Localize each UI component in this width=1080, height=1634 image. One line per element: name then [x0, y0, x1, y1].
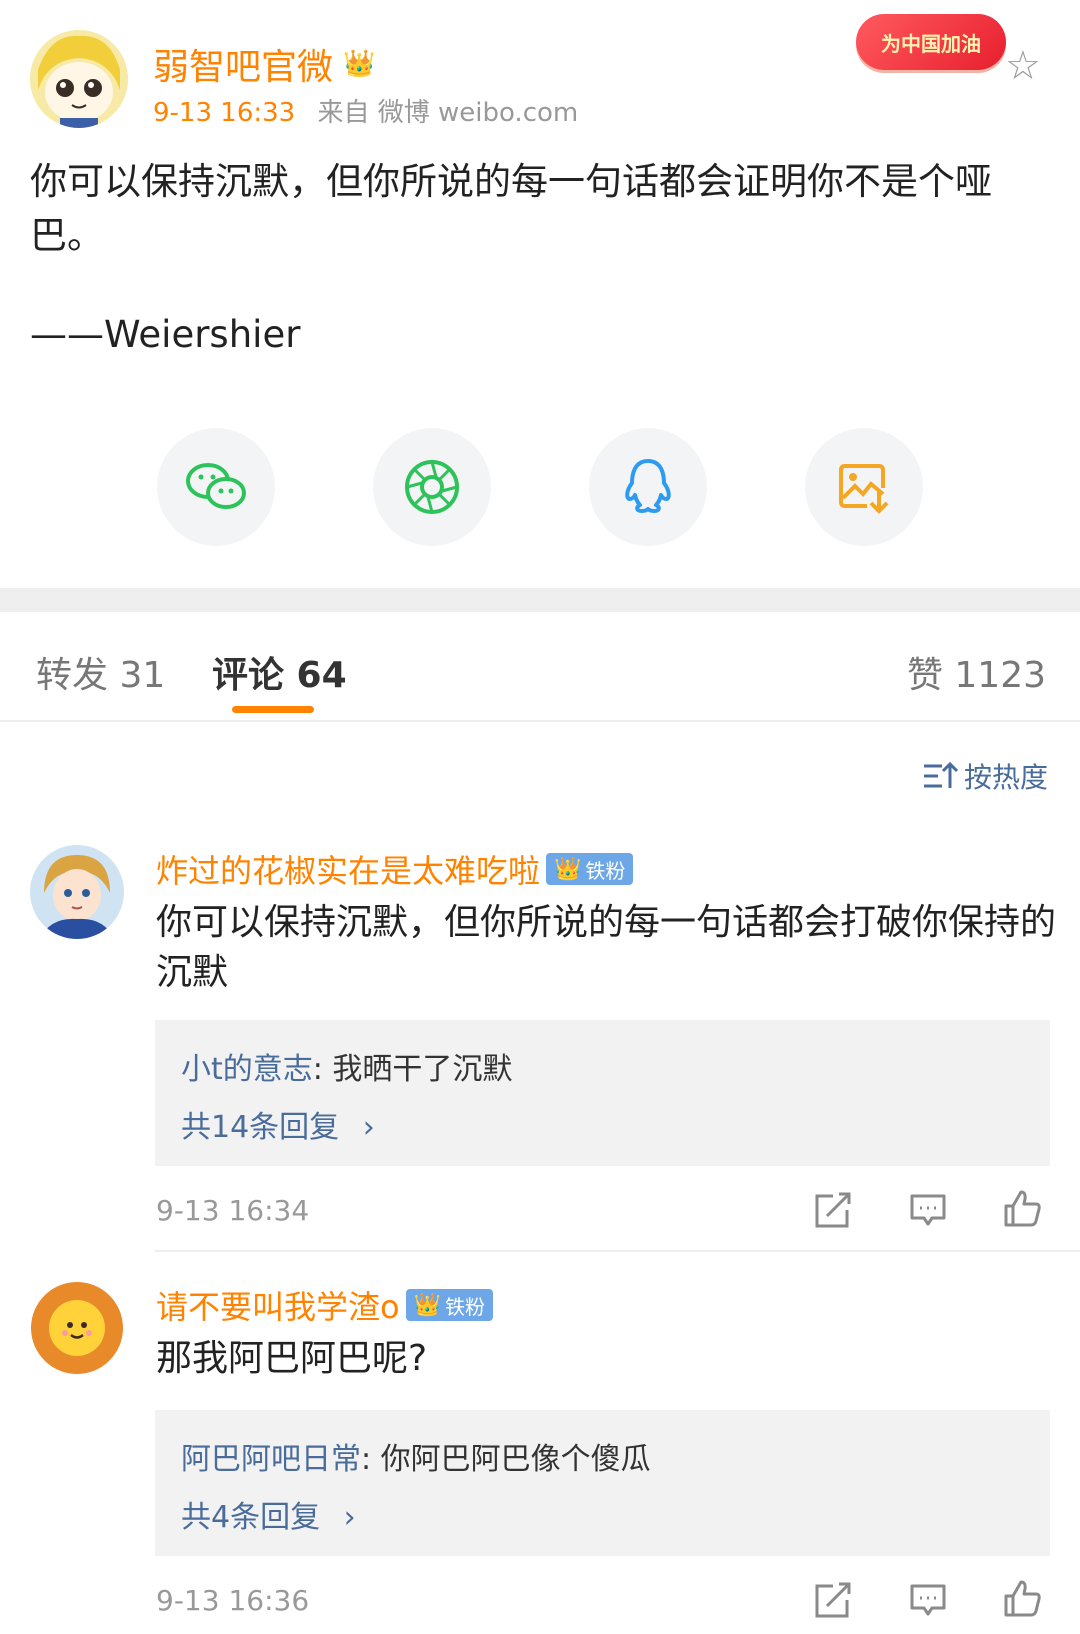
save-image-button[interactable]: [805, 428, 923, 546]
reply-count: 共4条回复: [181, 1500, 321, 1535]
commenter-name-row: 请不要叫我学渣o 👑 铁粉: [156, 1282, 493, 1328]
tabs-divider: [0, 720, 1080, 722]
fan-badge: 👑 铁粉: [546, 853, 634, 885]
sort-button[interactable]: 按热度: [922, 756, 1048, 796]
fan-badge-label: 铁粉: [585, 858, 626, 883]
comment-text: 那我阿巴阿巴呢?: [156, 1338, 428, 1379]
post-source: 来自 微博 weibo.com: [317, 98, 579, 128]
comment-icon[interactable]: [908, 1580, 948, 1620]
view-replies-link[interactable]: 共4条回复 ›: [181, 1492, 356, 1536]
crown-icon: 👑: [413, 1292, 441, 1318]
repost-icon[interactable]: [813, 1190, 853, 1230]
reply-text: : 我晒干了沉默: [312, 1052, 513, 1087]
comment-time: 9-13 16:34: [156, 1194, 310, 1227]
commenter-name-row: 炸过的花椒实在是太难吃啦 👑 铁粉: [156, 846, 634, 892]
reply-preview-box[interactable]: 小t的意志: 我晒干了沉默 共14条回复 ›: [155, 1020, 1050, 1166]
save-image-icon: [839, 464, 889, 514]
section-divider: [0, 588, 1080, 612]
fan-badge-label: 铁粉: [445, 1294, 485, 1319]
vip-crown-icon: 👑: [343, 49, 376, 79]
author-avatar[interactable]: [30, 30, 128, 128]
reply-user[interactable]: 小t的意志: [181, 1052, 313, 1087]
sort-label: 按热度: [963, 761, 1048, 794]
reply-preview: 小t的意志: 我晒干了沉默: [181, 1044, 512, 1088]
share-wechat-button[interactable]: [157, 428, 275, 546]
tab-likes[interactable]: 赞 1123: [907, 646, 1046, 698]
reply-user[interactable]: 阿巴阿吧日常: [181, 1442, 361, 1477]
commenter-avatar[interactable]: [30, 1281, 124, 1375]
post-text: 你可以保持沉默，但你所说的每一句话都会证明你不是个哑巴。: [30, 160, 992, 257]
chevron-right-icon: ›: [362, 1110, 375, 1145]
active-tab-indicator: [232, 706, 314, 713]
wechat-icon: [186, 463, 246, 509]
commenter-name[interactable]: 炸过的花椒实在是太难吃啦: [156, 846, 540, 892]
share-qq-button[interactable]: [589, 428, 707, 546]
promo-badge[interactable]: 为中国加油: [856, 14, 1006, 70]
author-name[interactable]: 弱智吧官微: [153, 38, 333, 90]
moments-icon: [405, 460, 459, 514]
sort-icon: [923, 761, 958, 788]
comment-time: 9-13 16:36: [156, 1584, 310, 1617]
post-time: 9-13 16:33: [153, 98, 296, 128]
crown-icon: 👑: [554, 856, 582, 882]
reply-text: : 你阿巴阿巴像个傻瓜: [361, 1442, 651, 1477]
post-signature: ——Weiershier: [30, 313, 301, 356]
reply-count: 共14条回复: [181, 1110, 340, 1145]
tab-comments[interactable]: 评论 64: [212, 646, 347, 698]
share-moments-button[interactable]: [373, 428, 491, 546]
like-thumb-icon[interactable]: [1002, 1578, 1042, 1618]
comment-text: 你可以保持沉默，但你所说的每一句话都会打破你保持的沉默: [156, 902, 1057, 993]
promo-badge-label: 为中国加油: [881, 31, 981, 56]
post-author-row: 弱智吧官微 👑: [153, 38, 375, 90]
fan-badge: 👑 铁粉: [405, 1289, 493, 1321]
view-replies-link[interactable]: 共14条回复 ›: [181, 1102, 375, 1146]
repost-icon[interactable]: [813, 1580, 853, 1620]
comment-icon[interactable]: [908, 1190, 948, 1230]
post-meta: 9-13 16:33 来自 微博 weibo.com: [153, 92, 578, 129]
commenter-name[interactable]: 请不要叫我学渣o: [156, 1282, 400, 1328]
favorite-star-icon[interactable]: ☆: [1005, 46, 1041, 86]
chevron-right-icon: ›: [343, 1500, 356, 1535]
reply-preview-box[interactable]: 阿巴阿吧日常: 你阿巴阿巴像个傻瓜 共4条回复 ›: [155, 1410, 1050, 1556]
commenter-avatar[interactable]: [30, 845, 124, 939]
reply-preview: 阿巴阿吧日常: 你阿巴阿巴像个傻瓜: [181, 1434, 651, 1478]
comment-divider: [155, 1250, 1080, 1252]
like-thumb-icon[interactable]: [1002, 1188, 1042, 1228]
qq-icon: [625, 459, 671, 513]
tab-repost[interactable]: 转发 31: [36, 646, 165, 698]
